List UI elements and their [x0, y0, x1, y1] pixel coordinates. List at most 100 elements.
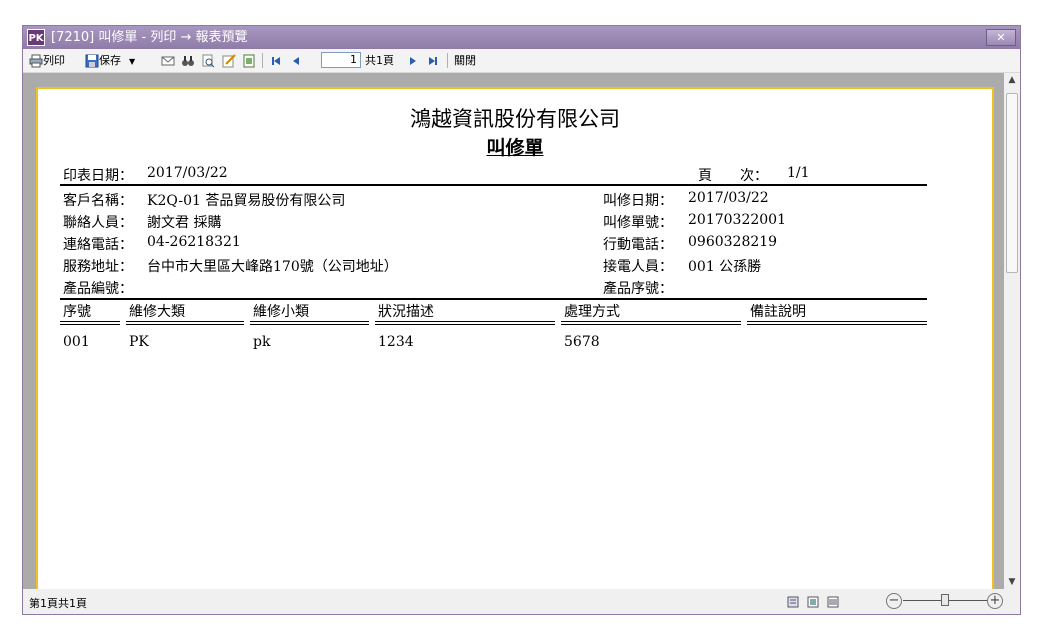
fit-page-view-button[interactable]: [806, 595, 820, 609]
toolbar: 列印 保存 ▼ 1 共1頁 關閉: [23, 49, 1020, 73]
column-rule: [250, 321, 369, 322]
status-bar: 第1頁共1頁 − +: [23, 589, 1020, 614]
email-icon: [161, 56, 175, 66]
next-page-button[interactable]: [406, 52, 420, 69]
next-page-icon: [410, 57, 416, 65]
close-window-button[interactable]: ✕: [986, 29, 1016, 46]
scroll-thumb[interactable]: [1006, 93, 1018, 273]
table-cell: 1234: [378, 334, 414, 350]
contact-value: 謝文君 採購: [147, 215, 222, 231]
single-page-icon: [787, 596, 799, 608]
page-setup-icon: [243, 54, 255, 68]
scroll-up-icon[interactable]: ▲: [1004, 73, 1020, 87]
last-page-icon: [429, 57, 437, 65]
column-rule: [561, 321, 741, 322]
email-button[interactable]: [161, 52, 175, 69]
column-rule: [561, 324, 741, 325]
save-button[interactable]: 保存 ▼: [85, 52, 135, 69]
multi-page-icon: [827, 596, 839, 608]
close-preview-button[interactable]: 關閉: [454, 52, 476, 69]
print-button[interactable]: 列印: [29, 52, 65, 69]
phone-value: 04-26218321: [147, 234, 241, 250]
report-page: 鴻越資訊股份有限公司 叫修單 印表日期： 2017/03/22 頁 次： 1/1…: [36, 87, 994, 589]
zoom-slider-thumb[interactable]: [941, 594, 949, 606]
prev-page-button[interactable]: [289, 52, 303, 69]
column-header: 狀況描述: [378, 304, 434, 320]
search-icon: [202, 54, 215, 68]
product-no-label: 產品編號：: [63, 281, 133, 297]
scroll-down-icon[interactable]: ▼: [1004, 575, 1020, 589]
repair-date-value: 2017/03/22: [688, 190, 769, 206]
print-label: 列印: [43, 54, 65, 67]
toolbar-separator: [447, 53, 448, 68]
binoculars-icon: [182, 56, 194, 66]
column-rule: [126, 321, 244, 322]
fit-page-icon: [807, 596, 819, 608]
table-cell: PK: [129, 334, 149, 350]
customer-label: 客戶名稱：: [63, 193, 133, 209]
product-serial-label: 產品序號：: [603, 281, 673, 297]
address-label: 服務地址：: [63, 259, 133, 275]
column-header: 序號: [63, 304, 91, 320]
page-label: 頁 次：: [698, 168, 768, 184]
zoom-in-icon[interactable]: +: [987, 593, 1003, 609]
edit-icon: [222, 54, 236, 68]
save-disk-icon: [85, 54, 99, 68]
page-value: 1/1: [787, 165, 810, 181]
page-status: 第1頁共1頁: [29, 597, 87, 610]
column-rule: [375, 324, 555, 325]
receiver-label: 接電人員：: [603, 259, 673, 275]
phone-label: 連絡電話：: [63, 237, 133, 253]
find-button[interactable]: [181, 52, 195, 69]
table-cell: 001: [63, 334, 90, 350]
column-header: 備註說明: [750, 304, 806, 320]
column-header: 維修大類: [129, 304, 185, 320]
search-button[interactable]: [201, 52, 215, 69]
repair-no-label: 叫修單號：: [603, 215, 673, 231]
toolbar-separator: [262, 53, 263, 68]
table-top-rule: [60, 298, 927, 300]
receiver-value: 001 公孫勝: [688, 259, 762, 275]
save-label: 保存: [99, 54, 121, 67]
address-value: 台中市大里區大峰路170號（公司地址）: [147, 259, 398, 275]
multi-page-view-button[interactable]: [826, 595, 840, 609]
column-rule: [747, 324, 927, 325]
table-cell: pk: [253, 334, 271, 350]
column-rule: [250, 324, 369, 325]
customer-value: K2Q-01 荅品貿易股份有限公司: [147, 193, 346, 209]
print-date-label: 印表日期：: [63, 168, 133, 184]
report-title: 叫修單: [486, 137, 544, 159]
last-page-button[interactable]: [426, 52, 440, 69]
preview-area: 鴻越資訊股份有限公司 叫修單 印表日期： 2017/03/22 頁 次： 1/1…: [23, 73, 1004, 589]
page-setup-button[interactable]: [242, 52, 256, 69]
save-dropdown-icon[interactable]: ▼: [129, 57, 135, 66]
page-total-label: 共1頁: [365, 54, 394, 67]
single-page-view-button[interactable]: [786, 595, 800, 609]
column-rule: [60, 324, 120, 325]
title-bar: PK [7210] 叫修單 - 列印 → 報表預覽 ✕: [23, 26, 1020, 49]
vertical-scrollbar[interactable]: ▲ ▼: [1004, 73, 1020, 589]
app-icon: PK: [27, 29, 45, 46]
column-rule: [126, 324, 244, 325]
first-page-button[interactable]: [269, 52, 283, 69]
column-rule: [747, 321, 927, 322]
first-page-icon: [272, 57, 280, 65]
prev-page-icon: [293, 57, 299, 65]
table-cell: 5678: [564, 334, 600, 350]
zoom-out-icon[interactable]: −: [886, 593, 902, 609]
repair-no-value: 20170322001: [688, 212, 786, 228]
window-title: [7210] 叫修單 - 列印 → 報表預覽: [51, 30, 248, 45]
mobile-label: 行動電話：: [603, 237, 673, 253]
column-header: 處理方式: [564, 304, 620, 320]
header-rule: [60, 184, 927, 186]
page-number-input[interactable]: 1: [321, 52, 361, 68]
column-rule: [375, 321, 555, 322]
print-date: 2017/03/22: [147, 165, 228, 181]
edit-button[interactable]: [222, 52, 236, 69]
repair-date-label: 叫修日期：: [603, 193, 673, 209]
column-rule: [60, 321, 120, 322]
mobile-value: 0960328219: [688, 234, 778, 250]
printer-icon: [29, 54, 43, 68]
contact-label: 聯絡人員：: [63, 215, 133, 231]
report-preview-window: PK [7210] 叫修單 - 列印 → 報表預覽 ✕ 列印 保存 ▼ 1 共1頁…: [22, 25, 1021, 615]
